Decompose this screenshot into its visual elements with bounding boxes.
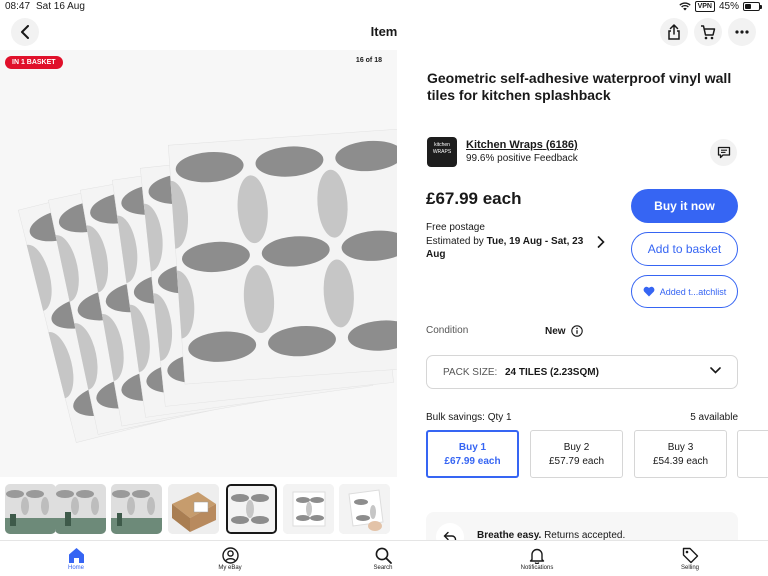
status-date: Sat 16 Aug	[36, 1, 85, 12]
delivery-prefix: Estimated by	[426, 236, 487, 247]
watchlist-label: Added t...atchlist	[659, 286, 727, 297]
bulk-price: £57.79 each	[548, 456, 605, 467]
add-to-basket-button[interactable]: Add to basket	[631, 232, 738, 266]
thumbnail-3[interactable]	[111, 484, 162, 534]
watchlist-button[interactable]: Added t...atchlist	[631, 275, 738, 308]
returns-rest: Returns accepted.	[541, 530, 626, 540]
info-icon[interactable]	[570, 325, 583, 337]
message-icon	[717, 146, 730, 159]
product-image	[18, 128, 397, 443]
seller-logo[interactable]: kitchen WRAPS	[427, 137, 457, 167]
condition-value: New	[545, 325, 566, 337]
thumbnail-2[interactable]	[55, 484, 106, 534]
pack-size-select[interactable]: PACK SIZE: 24 TILES (2.23SQM)	[426, 355, 738, 389]
battery-fill	[745, 4, 751, 9]
battery-icon	[743, 2, 762, 11]
home-icon	[68, 547, 84, 563]
image-counter: 16 of 18	[355, 57, 382, 64]
delivery-estimate[interactable]: Estimated by Tue, 19 Aug - Sat, 23 Aug	[426, 235, 596, 261]
item-details: Geometric self-adhesive waterproof vinyl…	[397, 50, 768, 540]
returns-icon-wrap	[436, 523, 464, 540]
buy-now-button[interactable]: Buy it now	[631, 189, 738, 223]
wifi-icon	[678, 2, 691, 11]
seller-name[interactable]: Kitchen Wraps	[466, 139, 543, 151]
bulk-price: £54.39 each	[652, 456, 709, 467]
tab-selling[interactable]: Selling	[650, 545, 730, 571]
tag-icon	[682, 547, 698, 563]
cart-icon	[701, 24, 716, 39]
tab-label: My eBay	[218, 565, 242, 571]
bulk-qty: Buy 1	[458, 442, 487, 453]
returns-banner[interactable]: Breathe easy. Returns accepted.	[426, 512, 738, 540]
bulk-option-2[interactable]: Buy 2 £57.79 each	[530, 430, 623, 478]
bulk-option-3[interactable]: Buy 3 £54.39 each	[634, 430, 727, 478]
share-icon	[668, 24, 680, 40]
heart-icon	[643, 286, 655, 297]
item-price: £67.99 each	[426, 189, 522, 208]
more-button[interactable]	[728, 18, 756, 46]
thumbnail-6[interactable]	[283, 484, 334, 534]
status-right: VPN 45%	[678, 1, 762, 12]
tab-label: Selling	[680, 565, 699, 571]
tab-my-ebay[interactable]: My eBay	[190, 545, 270, 571]
returns-text: Breathe easy. Returns accepted.	[477, 530, 625, 540]
bulk-savings-label: Bulk savings: Qty 1	[426, 412, 512, 423]
tab-home[interactable]: Home	[36, 545, 116, 571]
bulk-option-4[interactable]	[737, 430, 768, 478]
bottom-tab-bar: Home My eBay Search Notifications Sellin…	[0, 540, 768, 576]
item-title: Geometric self-adhesive waterproof vinyl…	[427, 70, 732, 103]
thumbnail-7[interactable]	[339, 484, 390, 534]
return-arrow-icon	[443, 531, 457, 540]
postage-info: Free postage	[426, 222, 485, 233]
tab-label: Home	[67, 565, 84, 571]
top-bar: Item	[0, 14, 768, 50]
seller-name-link[interactable]: Kitchen Wraps (6186)	[466, 139, 578, 151]
pack-size-label: PACK SIZE:	[443, 367, 498, 378]
page-title: Item	[370, 24, 398, 39]
message-seller-button[interactable]	[710, 139, 737, 166]
seller-rating-count[interactable]: (6186)	[546, 139, 578, 151]
search-icon	[375, 547, 392, 564]
cart-button[interactable]	[694, 18, 722, 46]
thumbnail-1[interactable]	[5, 484, 56, 534]
bulk-price: £67.99 each	[444, 456, 501, 467]
more-icon	[735, 30, 749, 34]
profile-icon	[221, 546, 239, 564]
thumbnail-5[interactable]	[226, 484, 277, 534]
returns-bold: Breathe easy.	[477, 530, 542, 540]
thumbnail-strip	[0, 480, 397, 536]
tab-notifications[interactable]: Notifications	[497, 545, 577, 571]
available-count: 5 available	[690, 412, 738, 423]
vpn-badge: VPN	[694, 1, 715, 12]
tab-search[interactable]: Search	[343, 545, 423, 571]
bulk-qty: Buy 3	[667, 442, 694, 453]
tab-label: Notifications	[520, 565, 554, 571]
status-time: 08:47	[5, 1, 31, 12]
bell-icon	[529, 548, 545, 564]
share-button[interactable]	[660, 18, 688, 46]
pack-size-value: 24 TILES (2.23SQM)	[505, 367, 599, 378]
tab-label: Search	[373, 565, 393, 571]
battery-percent: 45%	[718, 1, 739, 12]
thumbnail-4[interactable]	[168, 484, 219, 534]
chevron-right-icon[interactable]	[597, 236, 605, 248]
condition-label: Condition	[426, 325, 469, 336]
bulk-qty: Buy 2	[563, 442, 590, 453]
image-gallery[interactable]: IN 1 BASKET 16 of 18	[0, 50, 397, 477]
seller-feedback: 99.6% positive Feedback	[466, 153, 578, 164]
condition-value-wrap: New	[545, 325, 583, 337]
status-bar: 08:47 Sat 16 Aug VPN 45%	[0, 0, 768, 14]
in-basket-badge: IN 1 BASKET	[5, 56, 63, 69]
bulk-option-1[interactable]: Buy 1 £67.99 each	[426, 430, 519, 478]
chevron-down-icon	[710, 367, 721, 374]
